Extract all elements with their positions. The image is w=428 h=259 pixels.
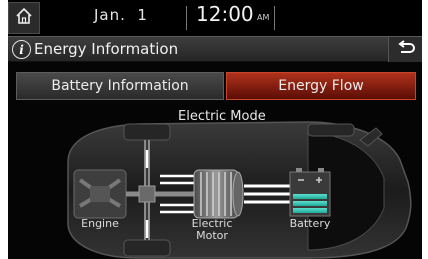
energy-flow-screen: Jan. 1 12:00 AM i Energy Information Bat…	[8, 0, 422, 259]
differential	[138, 185, 156, 203]
wheel-rear-top	[307, 123, 355, 137]
battery-icon	[289, 168, 331, 217]
electric-motor-label-line2: Motor	[196, 229, 228, 242]
electric-motor-icon	[193, 169, 244, 219]
wheel-front-top	[123, 123, 171, 141]
wheel-front-bottom	[123, 239, 171, 257]
engine-label: Engine	[81, 217, 119, 230]
engine-icon	[73, 169, 127, 219]
battery-label: Battery	[289, 217, 331, 230]
electric-motor-label: Electric Motor	[184, 218, 240, 242]
